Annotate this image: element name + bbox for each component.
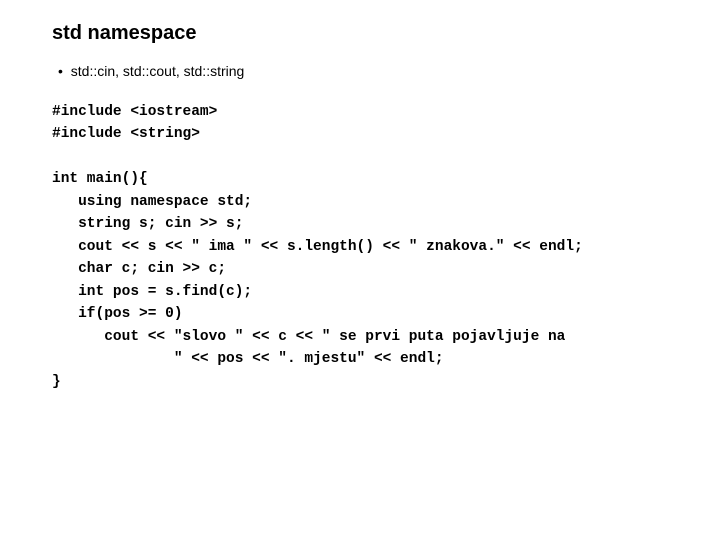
bullet-text: std::cin, std::cout, std::string [71, 63, 245, 79]
slide: std namespace • std::cin, std::cout, std… [0, 0, 720, 393]
code-block: #include <iostream> #include <string> in… [52, 101, 680, 393]
slide-title: std namespace [52, 22, 680, 45]
bullet-dot-icon: • [58, 63, 63, 79]
bullet-item: • std::cin, std::cout, std::string [58, 63, 680, 79]
